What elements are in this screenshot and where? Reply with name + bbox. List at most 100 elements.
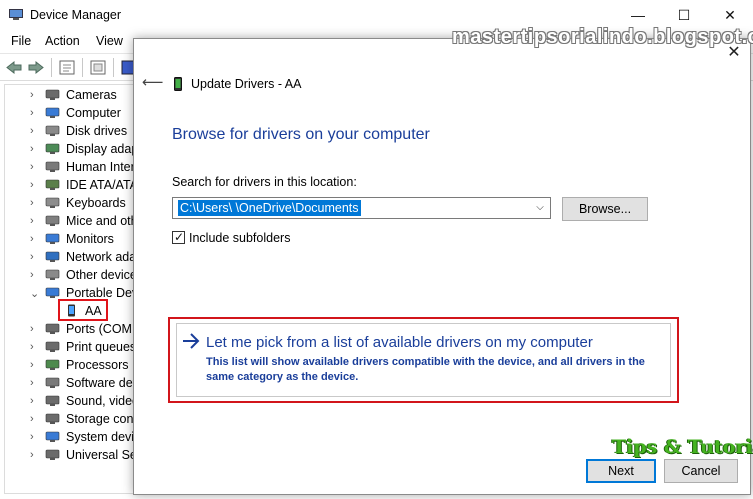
- pick-from-list-link[interactable]: Let me pick from a list of available dri…: [176, 323, 671, 397]
- tree-category-item[interactable]: › Ports (COM: [5, 320, 134, 338]
- properties-icon[interactable]: [58, 59, 76, 76]
- chevron-right-icon[interactable]: ›: [30, 215, 40, 227]
- tree-category-item[interactable]: ⌄ Portable Dev: [5, 284, 134, 302]
- chevron-right-icon[interactable]: ›: [30, 341, 40, 353]
- tree-category-item[interactable]: › Processors: [5, 356, 134, 374]
- tree-item-label[interactable]: Other device: [66, 268, 134, 282]
- disk-drive-icon: [45, 125, 60, 136]
- mouse-icon: [45, 215, 60, 226]
- include-subfolders-checkbox[interactable]: ✓: [172, 230, 185, 244]
- chevron-right-icon[interactable]: ›: [30, 197, 40, 209]
- tree-item-label[interactable]: Keyboards: [66, 196, 126, 210]
- chevron-right-icon[interactable]: ›: [30, 89, 40, 101]
- chevron-right-icon[interactable]: ›: [30, 233, 40, 245]
- include-subfolders-label[interactable]: Include subfolders: [189, 231, 290, 245]
- driver-path-combobox[interactable]: C:\Users\ \OneDrive\Documents ⌵: [172, 197, 551, 219]
- chevron-right-icon[interactable]: ›: [30, 125, 40, 137]
- forward-arrow-icon[interactable]: [27, 59, 45, 76]
- pick-from-list-description: This list will show available drivers co…: [206, 356, 645, 383]
- tree-category-item[interactable]: › Sound, video: [5, 392, 134, 410]
- chevron-right-icon[interactable]: ›: [30, 269, 40, 281]
- hid-icon: [45, 161, 60, 172]
- menu-view[interactable]: View: [96, 34, 123, 48]
- tree-item-label[interactable]: Portable Dev: [66, 286, 134, 300]
- chevron-right-icon[interactable]: ›: [30, 179, 40, 191]
- tree-category-item[interactable]: › Network ada: [5, 248, 134, 266]
- tree-item-label[interactable]: Universal Ser: [66, 448, 134, 462]
- tree-category-item[interactable]: › Print queues: [5, 338, 134, 356]
- chevron-right-icon[interactable]: ›: [30, 161, 40, 173]
- window-title: Device Manager: [30, 8, 122, 22]
- tree-category-item[interactable]: › Mice and oth: [5, 212, 134, 230]
- toolbar-separator: [113, 58, 114, 77]
- chevron-right-icon[interactable]: ›: [30, 431, 40, 443]
- tree-item-aa[interactable]: AA: [5, 302, 134, 320]
- tree-item-label[interactable]: Cameras: [66, 88, 117, 102]
- tree-category-item[interactable]: › Cameras: [5, 86, 134, 104]
- chevron-right-icon[interactable]: ›: [30, 449, 40, 461]
- menu-action[interactable]: Action: [45, 34, 80, 48]
- chevron-right-icon[interactable]: ›: [30, 377, 40, 389]
- next-button[interactable]: Next: [586, 459, 656, 483]
- chevron-right-icon[interactable]: ›: [30, 395, 40, 407]
- back-button[interactable]: ⟵: [142, 75, 164, 91]
- display-adapter-icon: [45, 143, 60, 154]
- tree-item-label[interactable]: Computer: [66, 106, 121, 120]
- help-icon[interactable]: [89, 59, 107, 76]
- usb-icon: [45, 449, 60, 460]
- tree-item-label[interactable]: Display adap: [66, 142, 134, 156]
- browse-button[interactable]: Browse...: [562, 197, 648, 221]
- tree-category-item[interactable]: › Keyboards: [5, 194, 134, 212]
- tree-item-label[interactable]: AA: [85, 304, 102, 318]
- tree-item-label[interactable]: Disk drives: [66, 124, 127, 138]
- tree-category-item[interactable]: › Computer: [5, 104, 134, 122]
- tree-category-item[interactable]: › Monitors: [5, 230, 134, 248]
- tree-item-label[interactable]: Processors: [66, 358, 129, 372]
- tree-item-label[interactable]: Software dev: [66, 376, 134, 390]
- pick-from-list-title[interactable]: Let me pick from a list of available dri…: [206, 334, 593, 351]
- tree-item-label[interactable]: Human Inter: [66, 160, 134, 174]
- tree-item-label[interactable]: Ports (COM: [66, 322, 132, 336]
- tree-category-item[interactable]: › Software dev: [5, 374, 134, 392]
- network-adapter-icon: [45, 251, 60, 262]
- tree-category-item[interactable]: › System devic: [5, 428, 134, 446]
- cancel-button[interactable]: Cancel: [664, 459, 738, 483]
- arrow-right-icon: [183, 333, 200, 349]
- tree-category-item[interactable]: › Storage cont: [5, 410, 134, 428]
- menu-file[interactable]: File: [11, 34, 31, 48]
- phone-icon: [68, 304, 75, 317]
- page-heading: Browse for drivers on your computer: [172, 126, 430, 143]
- toolbar-separator: [82, 58, 83, 77]
- toolbar-separator: [51, 58, 52, 77]
- camera-icon: [45, 89, 60, 100]
- chevron-right-icon[interactable]: ›: [30, 323, 40, 335]
- tree-item-label[interactable]: IDE ATA/ATAP: [66, 178, 134, 192]
- tree-item-label[interactable]: Monitors: [66, 232, 114, 246]
- chevron-right-icon[interactable]: ›: [30, 251, 40, 263]
- tree-item-label[interactable]: Sound, video: [66, 394, 134, 408]
- tips-tutorial-watermark: Tips & Tutorial: [612, 436, 753, 458]
- tree-category-item[interactable]: › IDE ATA/ATAP: [5, 176, 134, 194]
- tree-category-item[interactable]: › Universal Ser: [5, 446, 134, 464]
- tree-item-label[interactable]: Storage cont: [66, 412, 134, 426]
- tree-item-label[interactable]: Mice and oth: [66, 214, 134, 228]
- chevron-down-icon[interactable]: ⌄: [30, 287, 40, 300]
- back-arrow-icon[interactable]: [5, 59, 23, 76]
- tree-category-item[interactable]: › Human Inter: [5, 158, 134, 176]
- chevron-right-icon[interactable]: ›: [30, 359, 40, 371]
- tree-item-label[interactable]: Print queues: [66, 340, 134, 354]
- tree-category-item[interactable]: › Display adap: [5, 140, 134, 158]
- chevron-right-icon[interactable]: ›: [30, 107, 40, 119]
- chevron-down-icon[interactable]: ⌵: [532, 200, 548, 216]
- tree-category-item[interactable]: › Other device: [5, 266, 134, 284]
- chevron-right-icon[interactable]: ›: [30, 413, 40, 425]
- storage-controller-icon: [45, 413, 60, 424]
- dialog-title: Update Drivers - AA: [191, 77, 302, 91]
- tree-category-item[interactable]: › Disk drives: [5, 122, 134, 140]
- driver-path-value[interactable]: C:\Users\ \OneDrive\Documents: [178, 200, 361, 216]
- system-devices-icon: [45, 431, 60, 442]
- chevron-right-icon[interactable]: ›: [30, 143, 40, 155]
- tree-item-label[interactable]: System devic: [66, 430, 134, 444]
- portable-devices-icon: [45, 287, 60, 298]
- tree-item-label[interactable]: Network ada: [66, 250, 134, 264]
